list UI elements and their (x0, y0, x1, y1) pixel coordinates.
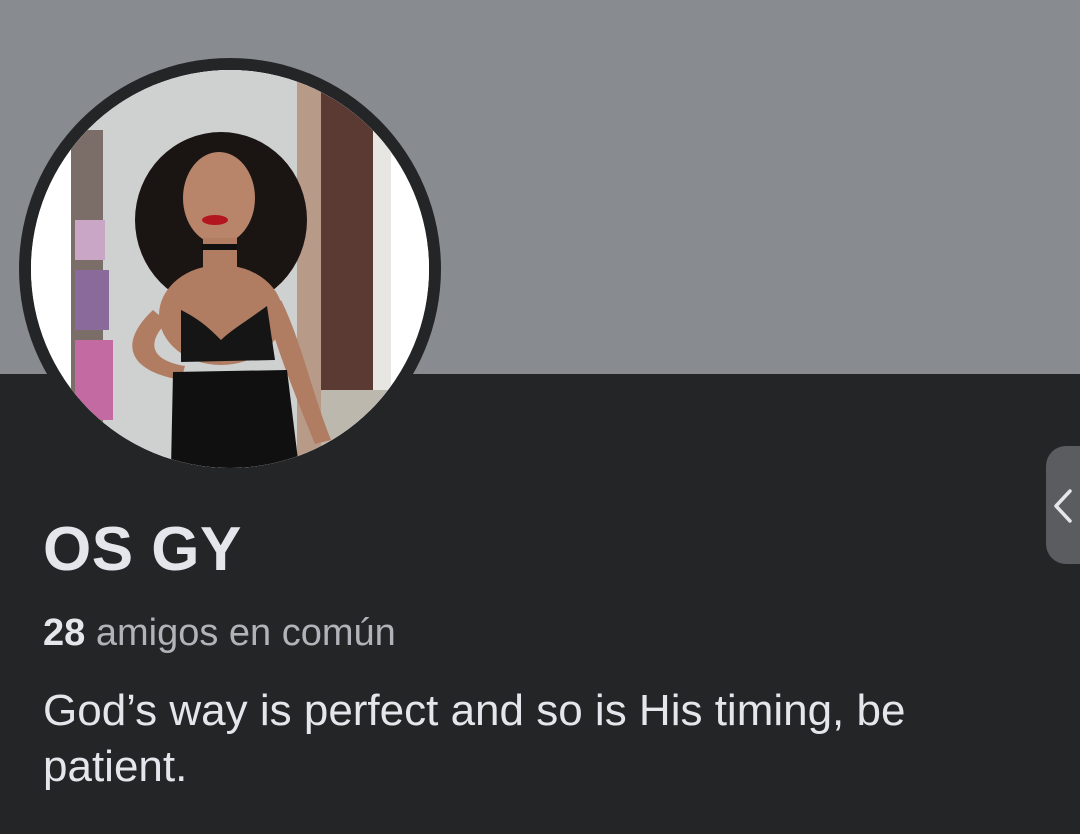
profile-name: OS GY (43, 515, 242, 584)
mutual-friends-count: 28 (43, 612, 86, 654)
mutual-friends-label: amigos en común (95, 612, 396, 654)
profile-picture[interactable] (31, 70, 429, 468)
mutual-friends[interactable]: 28 amigos en común (43, 612, 396, 655)
profile-photo-illustration (31, 70, 429, 468)
profile-bio: God’s way is perfect and so is His timin… (43, 686, 906, 791)
side-panel-toggle[interactable] (1046, 446, 1080, 564)
chevron-left-icon (1054, 489, 1072, 523)
